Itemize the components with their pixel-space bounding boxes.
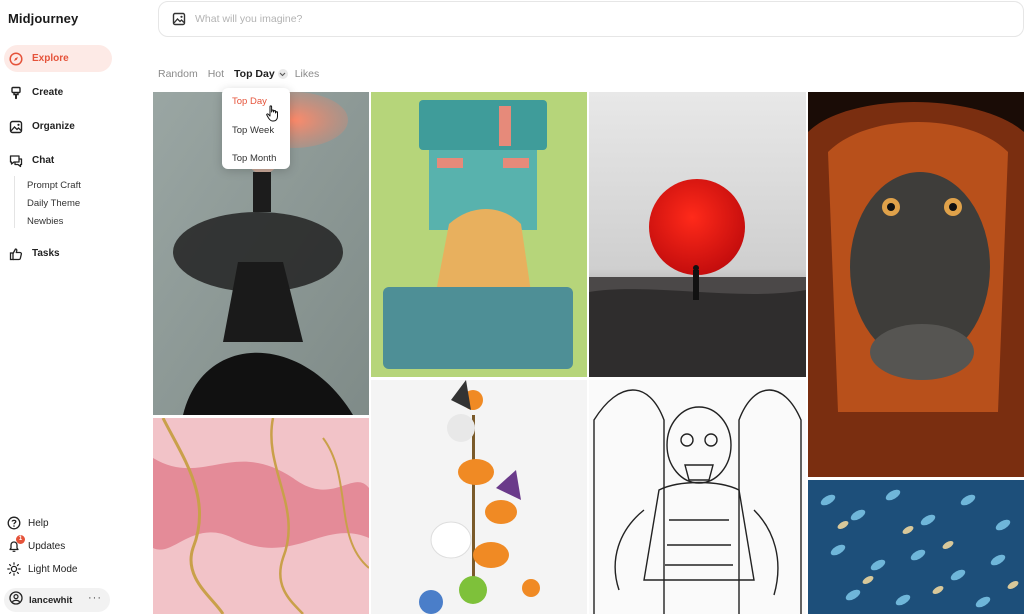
gallery-image-stone-head-figure-green[interactable]	[371, 92, 587, 377]
image-upload-icon[interactable]	[171, 11, 187, 27]
bell-icon: 1	[6, 535, 25, 554]
tab-hot[interactable]: Hot	[208, 68, 224, 80]
feed-tabs: Random Hot Top Day Likes	[158, 67, 329, 81]
gallery-image-halloween-pumpkin-stack[interactable]	[371, 380, 587, 614]
thumbs-up-icon	[8, 246, 24, 262]
gallery-image-pink-gold-marble[interactable]	[153, 418, 369, 614]
sort-dropdown-menu: Top Day Top Week Top Month	[222, 88, 290, 169]
compass-icon	[8, 51, 24, 67]
sidebar-item-label: Organize	[32, 121, 75, 132]
updates-button[interactable]: 1 Updates	[6, 535, 66, 554]
sidebar: Midjourney Explore Create Organize Chat	[0, 0, 150, 614]
tab-likes[interactable]: Likes	[295, 68, 320, 80]
dropdown-option-top-month[interactable]: Top Month	[222, 144, 290, 172]
sidebar-item-chat[interactable]: Chat	[4, 147, 112, 174]
help-button[interactable]: Help	[6, 515, 49, 531]
gallery-image-orangutan-portrait[interactable]	[808, 92, 1024, 477]
username: lancewhit	[29, 594, 73, 606]
prompt-input[interactable]	[195, 13, 795, 25]
updates-label: Updates	[28, 540, 66, 552]
gallery-image-red-sun-desert-figure[interactable]	[589, 92, 806, 377]
sidebar-item-label: Explore	[32, 53, 69, 64]
brush-icon	[8, 85, 24, 101]
sidebar-item-label: Tasks	[32, 248, 60, 259]
gallery-image-zombie-line-art[interactable]	[589, 380, 806, 614]
updates-badge: 1	[16, 535, 25, 544]
tab-top-day[interactable]: Top Day	[234, 68, 275, 80]
chat-room-daily-theme[interactable]: Daily Theme	[27, 198, 80, 209]
sidebar-item-create[interactable]: Create	[4, 79, 112, 106]
sidebar-item-label: Chat	[32, 155, 55, 166]
search-bar[interactable]	[158, 1, 1024, 37]
avatar-icon	[9, 590, 23, 610]
app-title[interactable]: Midjourney	[8, 11, 78, 26]
user-profile[interactable]: lancewhit ···	[4, 588, 110, 612]
sidebar-item-organize[interactable]: Organize	[4, 113, 112, 140]
tab-random[interactable]: Random	[158, 68, 198, 80]
sidebar-item-label: Create	[32, 87, 64, 98]
chat-room-newbies[interactable]: Newbies	[27, 216, 63, 227]
image-icon	[8, 119, 24, 135]
more-options-button[interactable]: ···	[88, 592, 102, 604]
sidebar-item-explore[interactable]: Explore	[4, 45, 112, 72]
light-mode-toggle[interactable]: Light Mode	[6, 561, 77, 577]
sun-icon	[6, 561, 22, 577]
chat-icon	[8, 153, 24, 169]
chevron-down-icon[interactable]	[277, 69, 288, 79]
help-label: Help	[28, 517, 49, 529]
hand-cursor-icon	[266, 105, 280, 127]
app-window: Midjourney Explore Create Organize Chat	[0, 0, 1024, 614]
chat-rooms-divider	[14, 176, 15, 228]
chat-room-prompt-craft[interactable]: Prompt Craft	[27, 180, 81, 191]
gallery-image-blue-feather-mosaic[interactable]	[808, 480, 1024, 614]
light-mode-label: Light Mode	[28, 563, 78, 575]
sidebar-item-tasks[interactable]: Tasks	[4, 240, 112, 267]
help-icon	[6, 515, 22, 531]
